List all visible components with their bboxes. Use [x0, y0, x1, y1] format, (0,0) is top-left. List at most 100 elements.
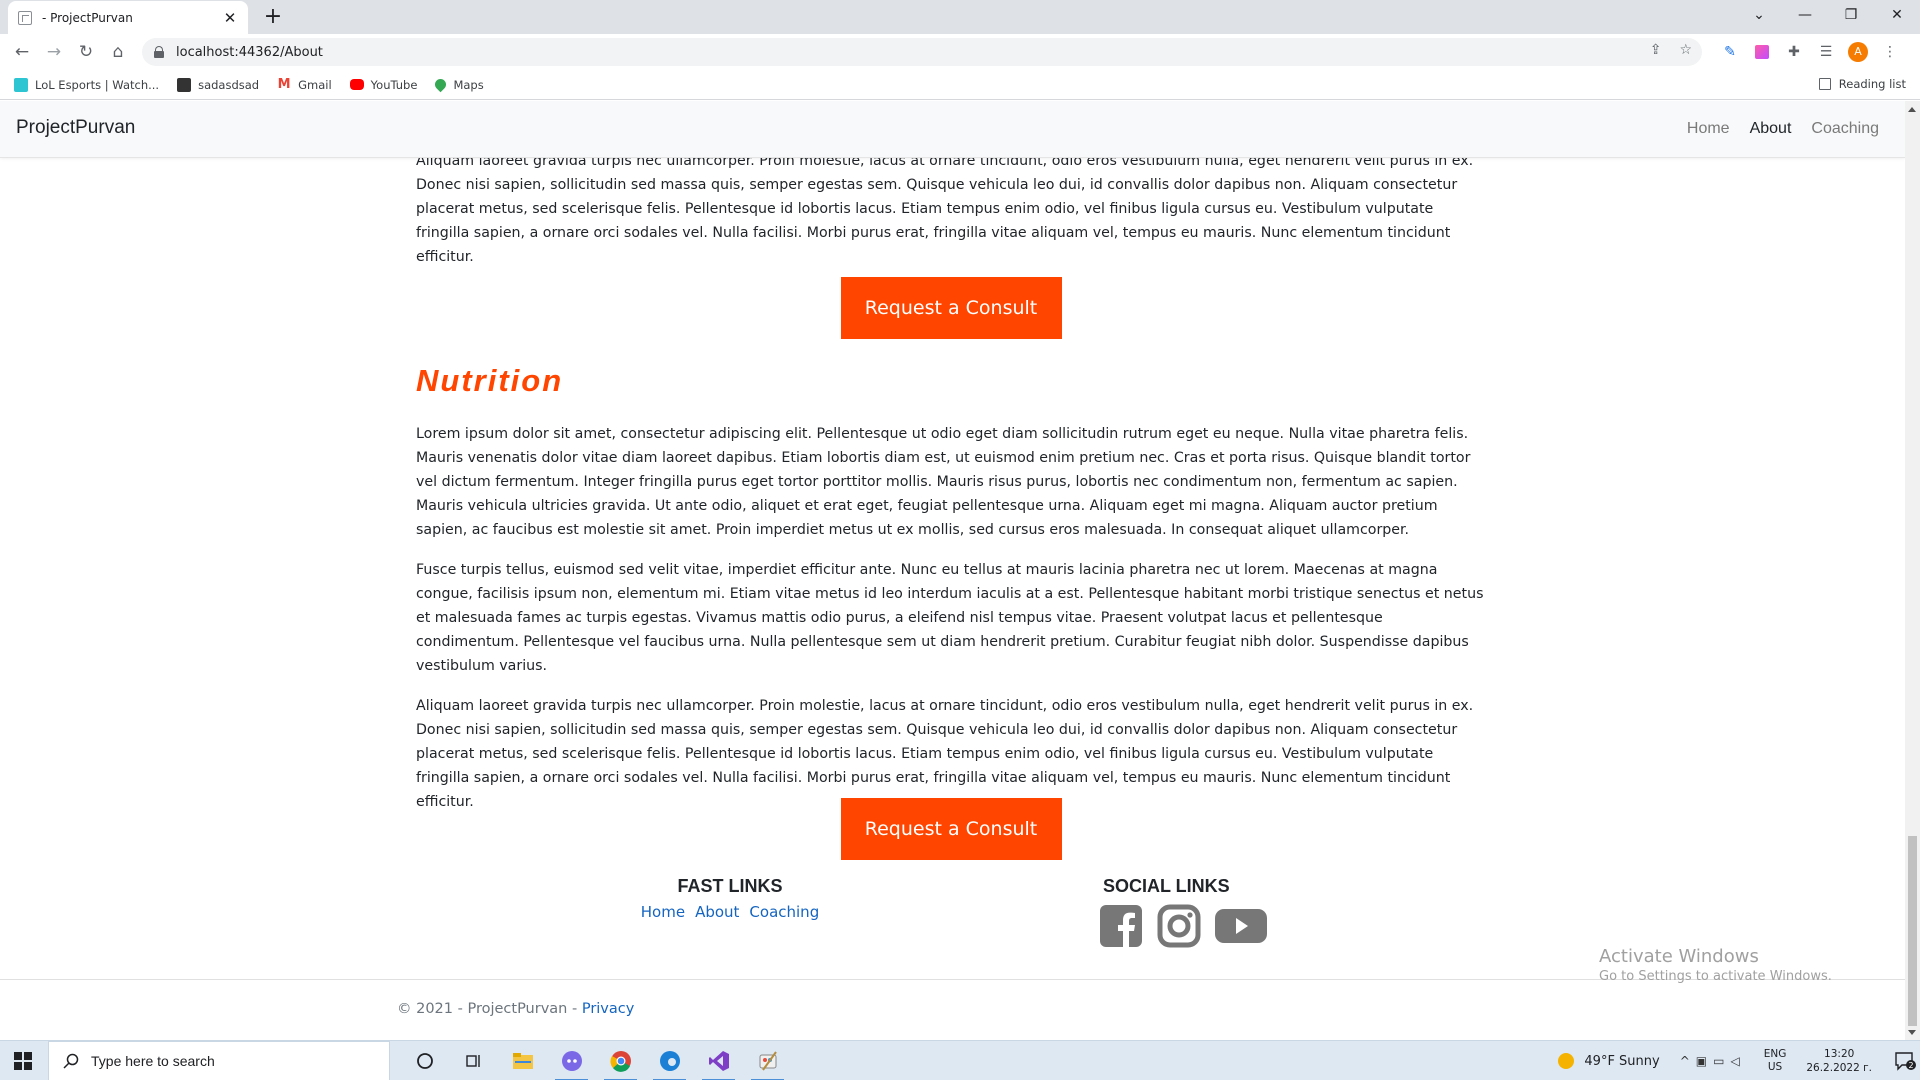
bookmark-lol-esports[interactable]: LoL Esports | Watch... [14, 77, 160, 92]
windows-taskbar: Type here to search 49°F Sunny ^▣▭◁ ENG … [0, 1040, 1920, 1080]
bookmark-label: Gmail [298, 77, 332, 92]
privacy-link[interactable]: Privacy [582, 1001, 635, 1017]
maps-pin-icon [433, 76, 449, 93]
lang-region: US [1767, 1061, 1783, 1073]
nav-about-link[interactable]: About [1750, 120, 1792, 138]
visual-studio-icon[interactable] [694, 1041, 743, 1080]
forward-icon[interactable]: → [42, 40, 66, 64]
notification-icon: 2 [1895, 1052, 1916, 1071]
page-scrollbar[interactable] [1905, 101, 1920, 1041]
tray-icons[interactable]: ^▣▭◁ [1680, 1054, 1746, 1068]
notification-center[interactable]: 2 [1890, 1041, 1920, 1080]
tab-search-icon[interactable]: ⌄ [1736, 0, 1782, 30]
reading-list-icon [1818, 78, 1831, 90]
facebook-icon[interactable] [1099, 904, 1143, 948]
activate-windows-watermark: Activate Windows Go to Settings to activ… [1599, 946, 1832, 984]
address-bar[interactable]: localhost:44362/About ⇪ ☆ [142, 38, 1702, 66]
scroll-up-icon[interactable] [1908, 107, 1916, 112]
bookmarks-bar: LoL Esports | Watch... sadasdsad M Gmail… [0, 70, 1920, 100]
nav-coaching-link[interactable]: Coaching [1811, 120, 1879, 138]
bookmark-label: LoL Esports | Watch... [35, 77, 160, 92]
file-explorer-icon[interactable] [498, 1041, 547, 1080]
share-icon[interactable]: ⇪ [1650, 42, 1662, 58]
nutrition-body: Lorem ipsum dolor sit amet, consectetur … [416, 422, 1486, 830]
reload-icon[interactable]: ↻ [74, 40, 98, 64]
new-tab-button[interactable]: + [260, 4, 286, 30]
extensions-puzzle-icon[interactable]: ✚ [1784, 42, 1804, 62]
media-queue-icon[interactable]: ☰ [1816, 42, 1836, 62]
bookmark-youtube[interactable]: YouTube [349, 77, 418, 92]
tab-close-icon[interactable]: ✕ [222, 9, 238, 27]
bookmark-label: Maps [453, 77, 484, 92]
scroll-down-icon[interactable] [1908, 1030, 1916, 1035]
start-button[interactable] [0, 1041, 46, 1080]
bookmark-label: sadasdsad [198, 77, 260, 92]
search-placeholder: Type here to search [91, 1053, 215, 1069]
lol-esports-icon [14, 77, 28, 92]
bookmark-maps[interactable]: Maps [433, 76, 484, 93]
close-window-icon[interactable]: ✕ [1874, 0, 1920, 30]
bookmark-label: YouTube [370, 77, 418, 92]
browser-tabstrip: - ProjectPurvan ✕ + ⌄ — ❐ ✕ [0, 0, 1920, 34]
paragraph: Aliquam laoreet gravida turpis nec ullam… [416, 698, 1474, 810]
bookmark-gmail[interactable]: M Gmail [277, 76, 332, 92]
discord-icon[interactable] [547, 1041, 596, 1080]
profile-avatar[interactable]: A [1848, 42, 1868, 62]
meet-now-icon[interactable]: ▣ [1696, 1054, 1713, 1068]
edge-icon[interactable] [645, 1041, 694, 1080]
bookmark-sadasdsad[interactable]: sadasdsad [177, 77, 260, 92]
browser-toolbar: ← → ↻ ⌂ localhost:44362/About ⇪ ☆ ✎ ✚ ☰ … [0, 34, 1920, 70]
clock[interactable]: 13:20 26.2.2022 г. [1806, 1047, 1872, 1075]
paragraph: Lorem ipsum dolor sit amet, consectetur … [416, 426, 1471, 538]
request-consult-button[interactable]: Request a Consult [840, 798, 1062, 860]
paragraph-partial: Aliquam laoreet gravida turpis nec ullam… [416, 153, 1474, 265]
nav-home-link[interactable]: Home [1687, 120, 1730, 138]
extension-pen-icon[interactable]: ✎ [1720, 42, 1740, 62]
social-links-title: SOCIAL LINKS [1103, 876, 1230, 896]
bookmark-star-icon[interactable]: ☆ [1679, 42, 1692, 58]
fast-links-title: FAST LINKS [677, 876, 783, 896]
youtube-icon[interactable] [1215, 906, 1267, 946]
restore-icon[interactable]: ❐ [1828, 0, 1874, 30]
clock-date: 26.2.2022 г. [1806, 1062, 1872, 1074]
fast-links-column: FAST LINKS Home About Coaching [640, 876, 820, 921]
minimize-icon[interactable]: — [1782, 0, 1828, 30]
site-brand[interactable]: ProjectPurvan [16, 117, 135, 139]
home-icon[interactable]: ⌂ [106, 40, 130, 64]
weather-widget[interactable]: 49°F Sunny [1558, 1053, 1660, 1069]
scrollbar-thumb[interactable] [1908, 836, 1917, 1026]
nav-links: Home About Coaching [1687, 120, 1879, 138]
extensions-area: ✎ ✚ ☰ A ⋮ [1720, 42, 1900, 62]
lang-code: ENG [1763, 1048, 1787, 1060]
volume-icon[interactable]: ◁ [1730, 1054, 1745, 1068]
browser-menu-icon[interactable]: ⋮ [1880, 42, 1900, 62]
gmail-icon: M [277, 76, 291, 92]
footer-coaching-link[interactable]: Coaching [749, 903, 819, 921]
address-url[interactable]: localhost:44362/About [176, 45, 323, 60]
network-icon[interactable]: ▭ [1713, 1054, 1730, 1068]
chrome-icon[interactable] [596, 1041, 645, 1080]
instagram-icon[interactable] [1157, 904, 1201, 948]
browser-tab[interactable]: - ProjectPurvan ✕ [8, 1, 248, 34]
request-consult-button[interactable]: Request a Consult [840, 277, 1062, 339]
input-language[interactable]: ENG US [1764, 1048, 1787, 1074]
chevron-up-icon[interactable]: ^ [1680, 1054, 1696, 1068]
taskbar-search[interactable]: Type here to search [48, 1041, 390, 1080]
page-viewport: ProjectPurvan Home About Coaching Aliqua… [0, 101, 1905, 1041]
cta-wrap-top: Request a Consult [416, 277, 1486, 339]
ws-icon [177, 77, 192, 92]
paint-icon[interactable] [743, 1041, 792, 1080]
task-view-icon[interactable] [449, 1041, 498, 1080]
cortana-icon[interactable] [400, 1041, 449, 1080]
reading-list-button[interactable]: Reading list [1818, 77, 1906, 91]
weather-text: 49°F Sunny [1584, 1053, 1660, 1069]
section-title: Nutrition [416, 363, 564, 398]
extension-gradient-icon[interactable] [1752, 42, 1772, 62]
footer-home-link[interactable]: Home [641, 903, 685, 921]
back-icon[interactable]: ← [10, 40, 34, 64]
watermark-line1: Activate Windows [1599, 946, 1759, 967]
watermark-line2: Go to Settings to activate Windows. [1599, 969, 1832, 984]
lock-icon[interactable] [154, 46, 164, 58]
footer-about-link[interactable]: About [695, 903, 739, 921]
search-icon [63, 1053, 79, 1069]
